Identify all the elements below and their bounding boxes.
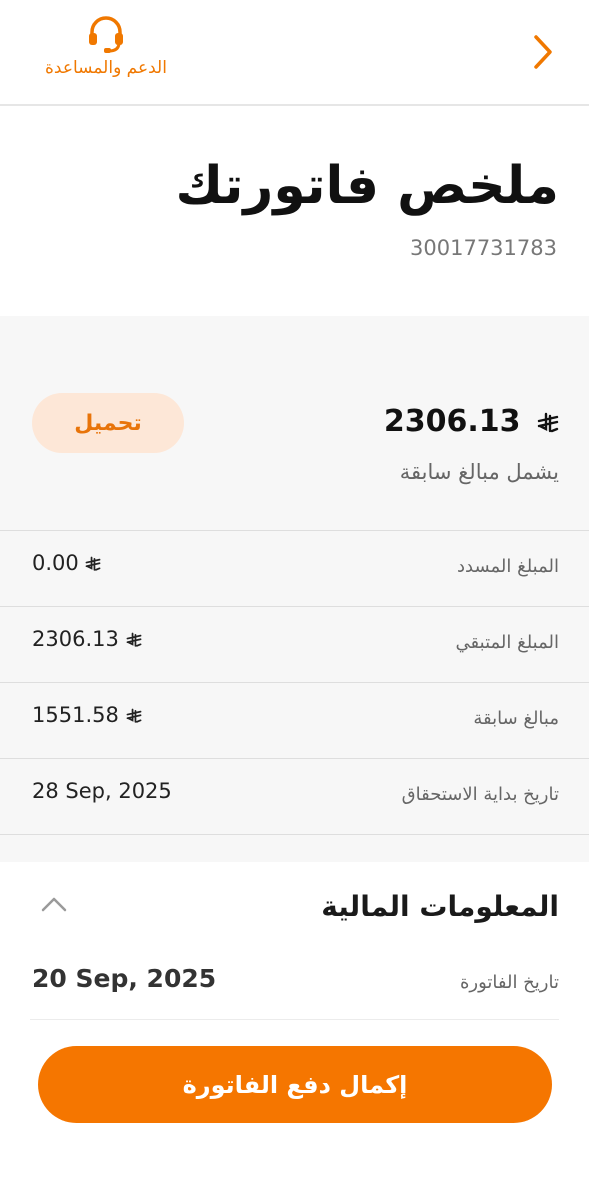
- summary-row-value: 28 Sep, 2025: [32, 779, 172, 803]
- financial-info-title: المعلومات المالية: [321, 890, 559, 923]
- summary-row-previous: مبالغ سابقة 1551.58: [0, 683, 589, 759]
- summary-row-value: 1551.58: [32, 703, 142, 727]
- summary-rows: المبلغ المسدد 0.00 المبلغ المتبقي 2306.1…: [0, 530, 589, 835]
- summary-row-label: مبالغ سابقة: [473, 708, 559, 729]
- download-button[interactable]: تحميل: [32, 393, 184, 453]
- summary-row-remaining: المبلغ المتبقي 2306.13: [0, 607, 589, 683]
- invoice-number: 30017731783: [410, 236, 557, 260]
- support-label: الدعم والمساعدة: [45, 58, 167, 78]
- total-amount: 2306.13: [384, 404, 559, 439]
- total-amount-value: 2306.13: [383, 404, 521, 439]
- total-note: يشمل مبالغ سابقة: [399, 460, 559, 484]
- summary-row-value: 2306.13: [32, 627, 142, 651]
- summary-row-label: المبلغ المتبقي: [455, 632, 559, 653]
- chevron-up-icon[interactable]: [38, 892, 70, 916]
- summary-row-value: 0.00: [32, 551, 101, 575]
- riyal-symbol-icon: [126, 708, 141, 723]
- invoice-summary-card: 2306.13 يشمل مبالغ سابقة تحميل المبلغ ال…: [0, 316, 589, 862]
- chevron-right-icon: [534, 35, 552, 69]
- summary-row-paid: المبلغ المسدد 0.00: [0, 531, 589, 607]
- riyal-symbol-icon: [126, 632, 141, 647]
- app-header: الدعم والمساعدة: [0, 0, 589, 106]
- riyal-symbol-icon: [537, 412, 559, 432]
- title-section: ملخص فاتورتك 30017731783: [0, 106, 589, 316]
- headset-icon: [89, 16, 123, 53]
- summary-row-label: تاريخ بداية الاستحقاق: [401, 784, 559, 805]
- summary-row-label: المبلغ المسدد: [457, 556, 559, 577]
- invoice-date-row: تاريخ الفاتورة 20 Sep, 2025: [30, 950, 559, 1020]
- complete-payment-button[interactable]: إكمال دفع الفاتورة: [38, 1046, 552, 1123]
- page-title: ملخص فاتورتك: [175, 156, 559, 216]
- summary-row-due-start: تاريخ بداية الاستحقاق 28 Sep, 2025: [0, 759, 589, 835]
- invoice-date-label: تاريخ الفاتورة: [459, 972, 559, 993]
- financial-info-section: المعلومات المالية تاريخ الفاتورة 20 Sep,…: [0, 862, 589, 1200]
- back-button[interactable]: [523, 30, 563, 74]
- riyal-symbol-icon: [86, 556, 101, 571]
- support-button[interactable]: الدعم والمساعدة: [22, 12, 190, 92]
- invoice-date-value: 20 Sep, 2025: [32, 964, 217, 993]
